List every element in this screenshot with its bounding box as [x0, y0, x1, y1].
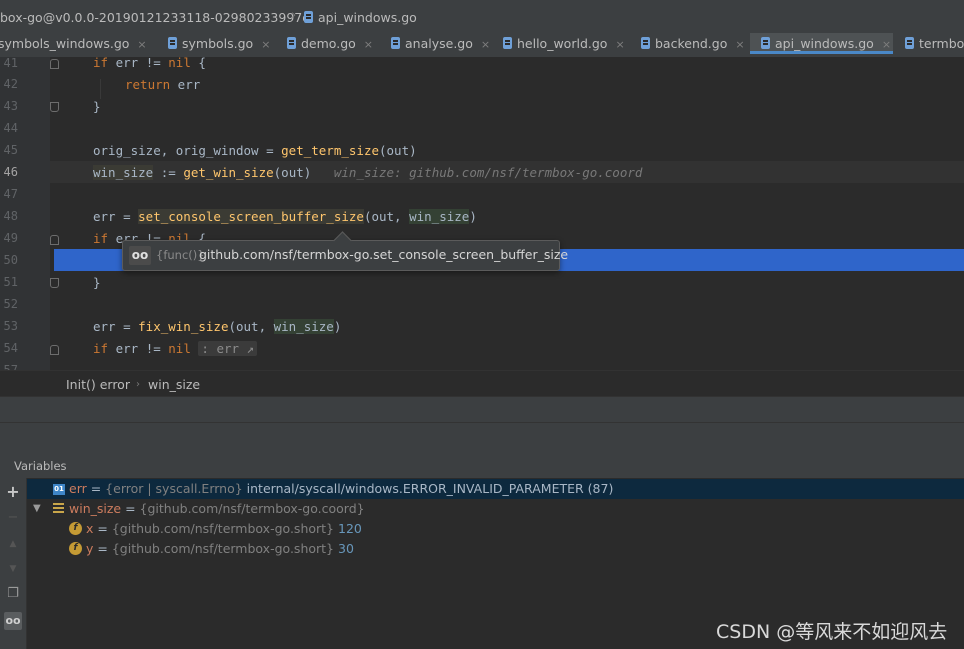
tab-label: symbols.go [182, 36, 254, 51]
tab-label: api_windows.go [775, 36, 874, 51]
variables-side-toolbar: + − ▲ ▼ ❐ oo [0, 478, 27, 649]
variables-header: Variables [0, 452, 964, 479]
tab-api-windows[interactable]: api_windows.go × [750, 33, 893, 54]
variable-row-x[interactable]: f x = {github.com/nsf/termbox-go.short} … [27, 519, 964, 539]
code-line-54: if err != nil : err ↗ [93, 341, 258, 356]
tab-label: hello_world.go [517, 36, 608, 51]
go-file-icon [391, 37, 400, 49]
go-file-icon [287, 37, 296, 49]
code-breadcrumbs: Init() error › win_size [0, 370, 964, 397]
variable-row-y[interactable]: f y = {github.com/nsf/termbox-go.short} … [27, 539, 964, 559]
fold-toggle-icon[interactable] [50, 59, 59, 69]
close-icon[interactable]: × [882, 38, 891, 51]
tab-symbols-windows[interactable]: symbols_windows.go × [0, 33, 147, 57]
close-icon[interactable]: × [137, 38, 146, 51]
tab-analyse[interactable]: analyse.go × [391, 33, 490, 57]
copy-button[interactable]: ❐ [4, 585, 22, 603]
editor-tab-bar: symbols_windows.go × symbols.go × demo.go ×… [0, 33, 964, 58]
go-file-icon [905, 37, 914, 49]
add-watch-button[interactable]: + [4, 483, 22, 501]
code-line-48: err = set_console_screen_buffer_size(out… [93, 209, 477, 224]
fold-toggle-icon[interactable] [50, 235, 59, 245]
code-line-51: } [93, 275, 101, 290]
close-icon[interactable]: × [364, 38, 373, 51]
move-down-button[interactable]: ▼ [4, 560, 22, 578]
inlay-hint: : err ↗ [198, 341, 258, 356]
code-line-43: } [93, 99, 101, 114]
code-editor[interactable]: 41 42 43 44 45 46 47 48 49 50 51 52 53 5… [0, 57, 964, 370]
line-number: 50 [3, 253, 18, 267]
line-number: 47 [3, 187, 18, 201]
line-number: 49 [3, 231, 18, 245]
breadcrumb-chevron-icon: › [136, 379, 140, 390]
variable-row-err[interactable]: 01 err = {error | syscall.Errno} interna… [27, 479, 964, 499]
tab-demo[interactable]: demo.go × [287, 33, 373, 57]
breadcrumb-file-label: api_windows.go [318, 10, 417, 25]
indent-guide [100, 79, 101, 99]
field-icon: f [69, 542, 82, 555]
breadcrumb-module[interactable]: box-go@v0.0.0-20190121233118-02980233997… [0, 10, 310, 25]
line-number: 45 [3, 143, 18, 157]
fold-toggle-icon[interactable] [50, 278, 59, 288]
fold-toggle-icon[interactable] [50, 102, 59, 112]
navigation-breadcrumb: box-go@v0.0.0-20190121233118-02980233997… [0, 0, 964, 34]
tab-label: termbo [919, 36, 964, 51]
code-line-46: win_size := get_win_size(out) win_size: … [93, 165, 643, 180]
code-line-41: if err != nil { [93, 57, 206, 70]
field-icon: f [69, 522, 82, 535]
line-number: 57 [3, 363, 18, 370]
move-up-button[interactable]: ▲ [4, 535, 22, 553]
line-number: 46 [3, 165, 18, 179]
tab-symbols[interactable]: symbols.go × [168, 33, 270, 57]
tab-hello-world[interactable]: hello_world.go × [503, 33, 625, 57]
popup-value: github.com/nsf/termbox-go.set_console_sc… [199, 247, 569, 262]
line-number: 52 [3, 297, 18, 311]
tab-label: symbols_windows.go [0, 36, 130, 51]
fold-toggle-icon[interactable] [50, 345, 59, 355]
line-number: 42 [3, 77, 18, 91]
go-file-icon [503, 37, 512, 49]
show-watches-glasses-icon[interactable]: oo [4, 612, 22, 630]
inline-value-hint: win_size: github.com/nsf/termbox-go.coor… [333, 165, 643, 180]
line-number: 41 [3, 57, 18, 70]
watch-glasses-icon[interactable]: oo [129, 246, 151, 265]
tab-label: demo.go [301, 36, 356, 51]
breadcrumb-file[interactable]: api_windows.go [304, 10, 417, 25]
code-line-45: orig_size, orig_window = get_term_size(o… [93, 143, 417, 158]
popup-value-type: {func()} [156, 248, 205, 262]
primitive-value-icon: 01 [53, 484, 65, 495]
line-number: 44 [3, 121, 18, 135]
tab-termbox[interactable]: termbo [905, 33, 964, 57]
expand-chevron-down-icon[interactable]: ▼ [33, 503, 41, 514]
go-file-icon [304, 11, 313, 23]
go-file-icon [641, 37, 650, 49]
go-file-icon [168, 37, 177, 49]
close-icon[interactable]: × [261, 38, 270, 51]
divider [0, 422, 964, 423]
variable-row-win-size[interactable]: ▼ win_size = {github.com/nsf/termbox-go.… [27, 499, 964, 519]
close-icon[interactable]: × [735, 38, 744, 51]
line-number: 53 [3, 319, 18, 333]
breadcrumb-function[interactable]: Init() error [66, 377, 130, 392]
line-number: 43 [3, 99, 18, 113]
code-line-53: err = fix_win_size(out, win_size) [93, 319, 342, 334]
struct-icon [53, 503, 64, 514]
tab-backend[interactable]: backend.go × [641, 33, 745, 57]
tab-label: backend.go [655, 36, 728, 51]
tab-label: analyse.go [405, 36, 473, 51]
line-number: 48 [3, 209, 18, 223]
close-icon[interactable]: × [615, 38, 624, 51]
breadcrumb-chevron-icon: › [291, 8, 297, 23]
debug-toolbar-area [0, 396, 964, 453]
watermark: CSDN @等风来不如迎风去 [716, 621, 948, 643]
variables-title: Variables [14, 459, 67, 473]
go-file-icon [761, 37, 770, 49]
remove-watch-button[interactable]: − [4, 509, 22, 527]
line-number: 54 [3, 341, 18, 355]
code-line-42: return err [125, 77, 201, 92]
line-number: 51 [3, 275, 18, 289]
quick-evaluate-popup[interactable]: oo {func()} github.com/nsf/termbox-go.se… [122, 231, 568, 271]
close-icon[interactable]: × [481, 38, 490, 51]
breadcrumb-variable[interactable]: win_size [148, 377, 200, 392]
